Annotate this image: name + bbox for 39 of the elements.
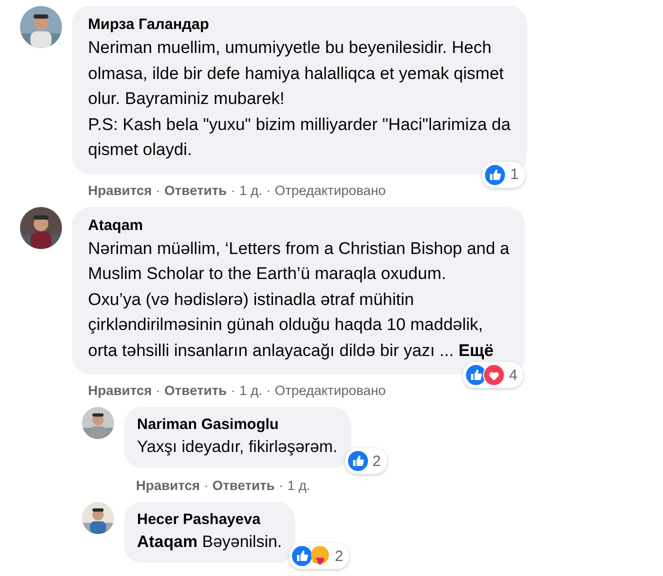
author-name[interactable]: Ataqam bbox=[88, 216, 510, 236]
action-link[interactable]: Нравится bbox=[136, 477, 200, 495]
timestamp[interactable]: 1 д. bbox=[239, 182, 262, 200]
separator: · bbox=[230, 382, 236, 400]
action-link[interactable]: Нравится bbox=[88, 182, 152, 200]
edited-label: Отредактировано bbox=[274, 382, 386, 400]
edited-label: Отредактировано bbox=[274, 182, 386, 200]
like-icon bbox=[346, 450, 369, 472]
action-link[interactable]: Ответить bbox=[212, 477, 275, 495]
author-name[interactable]: Мирза Галандар bbox=[88, 15, 511, 35]
like-icon bbox=[484, 164, 506, 186]
reaction-count: 4 bbox=[509, 366, 518, 384]
comment-text: Yaxşı ideyadır, fikirləşərəm. bbox=[137, 437, 338, 458]
reactions-badge[interactable]: 2 bbox=[288, 543, 350, 569]
comment-text: Nəriman müəllim, ‘Letters from a Christian Bishop and a Muslim Scholar to the Earth’ü maraqla oxudum. Oxu’ya (və hədislərə) istinadla ətraf mühitin çirkləndirilməsinin günah olduğu haqda 10 maddəlik, orta təhsilli insanların anlayacağı dildə bir yazı ... Ещё bbox=[88, 238, 510, 362]
separator: · bbox=[204, 477, 208, 495]
reaction-count: 1 bbox=[510, 166, 519, 183]
reactions-badge[interactable]: 1 bbox=[482, 162, 525, 188]
separator: · bbox=[230, 182, 236, 200]
separator: · bbox=[278, 477, 284, 495]
timestamp[interactable]: 1 д. bbox=[239, 382, 262, 400]
comment-text: Ataqam Bəyənilsin. bbox=[137, 532, 282, 553]
reaction-count: 2 bbox=[372, 452, 381, 470]
see-more-link[interactable]: Ещё bbox=[458, 340, 494, 360]
timestamp[interactable]: 1 д. bbox=[287, 477, 310, 495]
reaction-count: 2 bbox=[334, 548, 344, 564]
author-name[interactable]: Nariman Gasimoglu bbox=[137, 415, 338, 435]
action-link[interactable]: Ответить bbox=[164, 182, 227, 200]
reactions-badge[interactable]: 4 bbox=[463, 362, 524, 388]
separator: · bbox=[266, 182, 271, 200]
separator: · bbox=[156, 382, 160, 400]
action-link[interactable]: Ответить bbox=[164, 382, 227, 400]
like-icon bbox=[290, 545, 313, 567]
author-name[interactable]: Hecer Pashayeva bbox=[137, 510, 282, 530]
separator: · bbox=[156, 182, 160, 200]
reactions-badge[interactable]: 2 bbox=[344, 448, 387, 474]
action-link[interactable]: Нравится bbox=[88, 382, 152, 400]
separator: · bbox=[266, 382, 271, 400]
comment-text: Neriman muellim, umumiyyetle bu beyenilesidir. Hech olmasa, ilde bir defe hamiya halalliqca et yemak qismet olur. Bayraminiz mubarek! P.S: Kash bela "yuxu" bizim milliyarder "Haci"larimiza da qismet olaydi. bbox=[88, 37, 511, 161]
